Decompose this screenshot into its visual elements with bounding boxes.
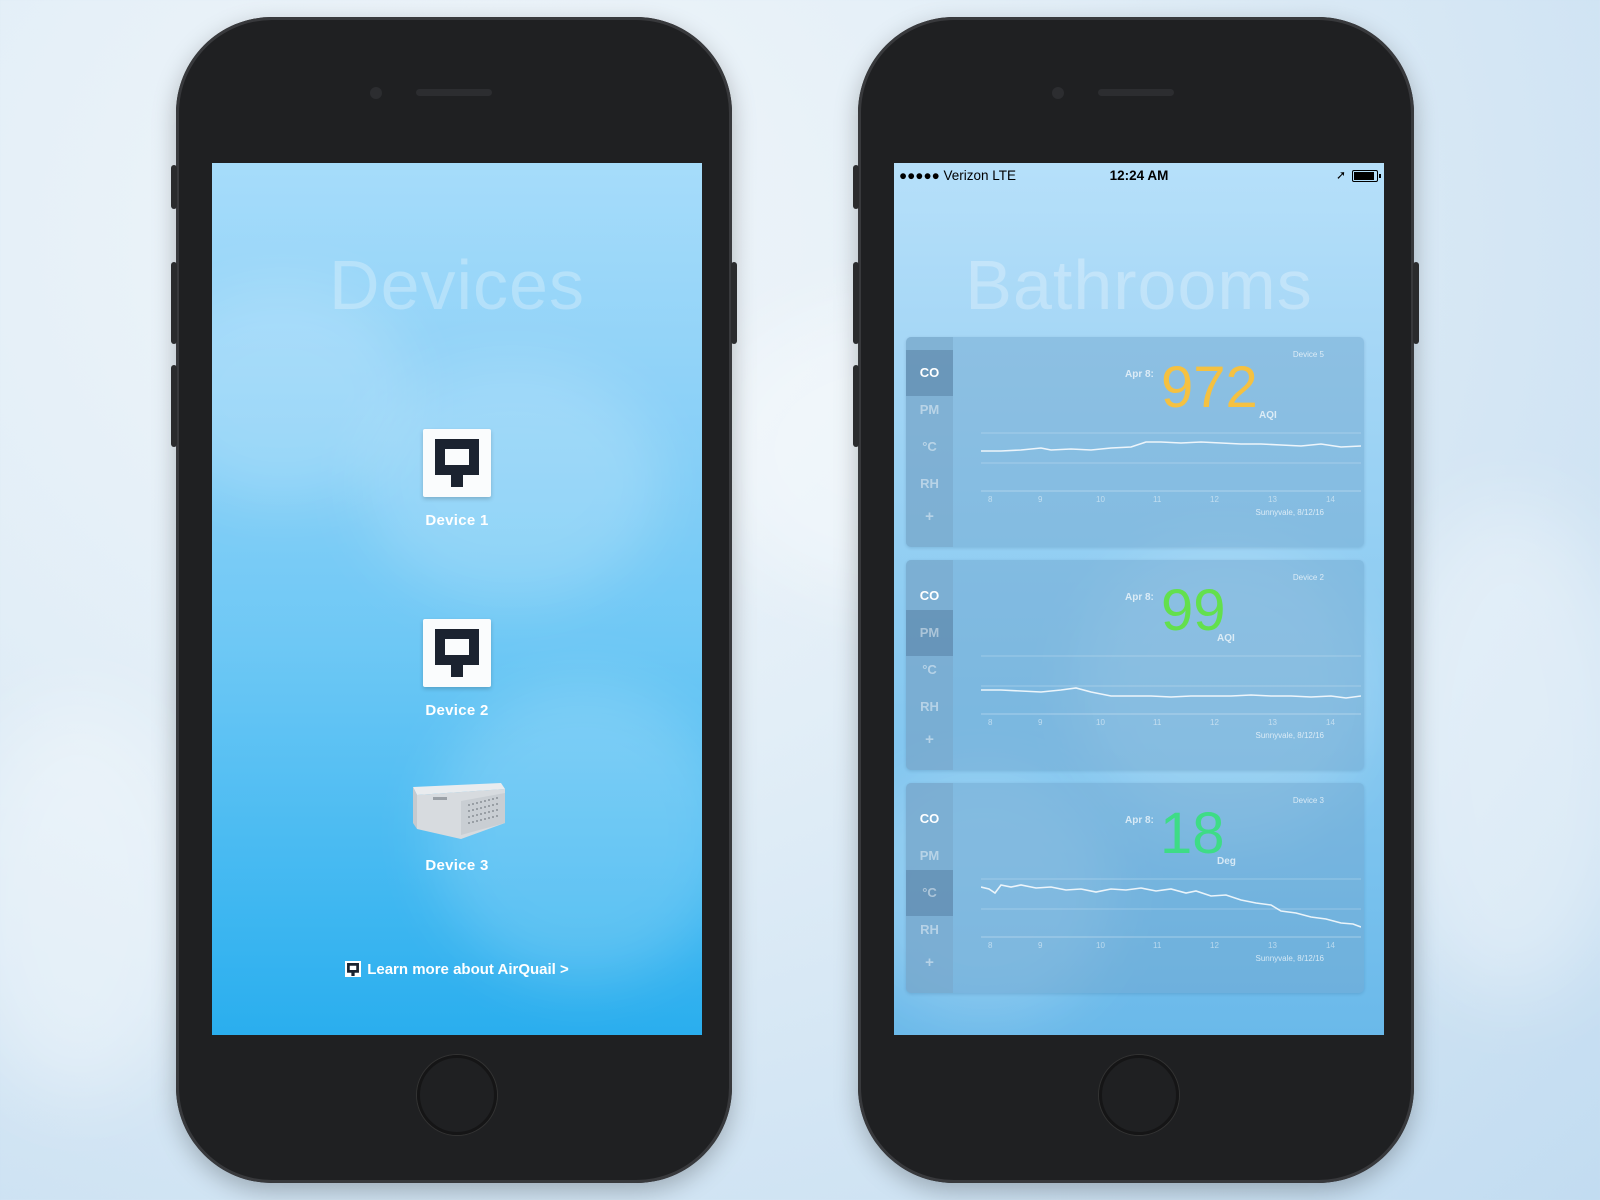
device-label: Device 3: [425, 857, 489, 874]
card-date: Apr 8:: [1125, 592, 1154, 603]
add-tab-button[interactable]: +: [906, 940, 953, 986]
x-tick: 8: [988, 941, 993, 950]
card-device-name: Device 3: [1292, 796, 1324, 805]
earpiece-speaker: [1098, 89, 1174, 96]
x-tick: 8: [988, 495, 993, 504]
volume-down-button: [171, 365, 177, 447]
x-tick: 14: [1326, 718, 1335, 727]
device-label: Device 1: [425, 512, 489, 529]
status-bar: ●●●●● Verizon LTE 12:24 AM ➚: [894, 163, 1384, 187]
power-button: [1413, 262, 1419, 344]
battery-icon: [1352, 170, 1381, 182]
mute-switch: [853, 165, 859, 209]
location-arrow-icon: ➚: [1335, 168, 1346, 182]
x-tick: 10: [1096, 718, 1105, 727]
airquail-logo-icon: [423, 429, 491, 497]
card-location: Sunnyvale, 8/12/16: [1255, 954, 1325, 963]
card-device-name: Device 5: [1292, 350, 1324, 359]
status-time: 12:24 AM: [1109, 168, 1169, 183]
card-device-name: Device 2: [1292, 573, 1324, 582]
front-camera: [370, 87, 382, 99]
card-unit: AQI: [1259, 410, 1277, 421]
card-location: Sunnyvale, 8/12/16: [1255, 508, 1325, 517]
x-tick: 11: [1153, 941, 1162, 950]
bathrooms-screen: ●●●●● Verizon LTE 12:24 AM ➚ Bathrooms C…: [894, 163, 1384, 1035]
left-phone-frame: Devices Device 1 Device 2 Device 3 Learn…: [171, 17, 737, 1183]
x-tick: 11: [1153, 718, 1162, 727]
sensor-line-chart: [981, 432, 1361, 492]
x-tick: 11: [1153, 495, 1162, 504]
x-tick: 12: [1210, 718, 1219, 727]
x-tick: 14: [1326, 495, 1335, 504]
x-tick: 9: [1038, 718, 1043, 727]
metric-tabs: CO PM °C RH +: [906, 337, 953, 547]
x-tick: 12: [1210, 941, 1219, 950]
sensor-line-chart: [981, 878, 1361, 938]
devices-screen: Devices Device 1 Device 2 Device 3 Learn…: [212, 163, 702, 1035]
home-button[interactable]: [1099, 1055, 1179, 1135]
metric-tabs: CO PM °C RH +: [906, 560, 953, 770]
x-tick: 9: [1038, 941, 1043, 950]
add-tab-button[interactable]: +: [906, 494, 953, 540]
card-date: Apr 8:: [1125, 369, 1154, 380]
page-title: Bathrooms: [965, 246, 1313, 324]
learn-more-link[interactable]: Learn more about AirQuail >: [212, 961, 702, 978]
add-tab-button[interactable]: +: [906, 717, 953, 763]
x-tick: 13: [1268, 941, 1277, 950]
x-tick: 8: [988, 718, 993, 727]
card-date: Apr 8:: [1125, 815, 1154, 826]
sensor-line-chart: [981, 655, 1361, 715]
page-title: Devices: [329, 246, 585, 324]
device-item-3[interactable]: Device 3: [212, 779, 702, 874]
x-tick: 14: [1326, 941, 1335, 950]
x-tick: 13: [1268, 495, 1277, 504]
x-tick: 13: [1268, 718, 1277, 727]
right-phone-frame: ●●●●● Verizon LTE 12:24 AM ➚ Bathrooms C…: [853, 17, 1419, 1183]
airquail-logo-icon: [423, 619, 491, 687]
home-button[interactable]: [417, 1055, 497, 1135]
device-item-1[interactable]: Device 1: [212, 429, 702, 529]
airquail-logo-icon: [345, 961, 362, 977]
sensor-card[interactable]: CO PM °C RH + Device 2 Apr 8: 99 AQI 8 9…: [906, 560, 1364, 770]
volume-up-button: [853, 262, 859, 344]
airquail-hardware-box-icon: [407, 779, 507, 843]
earpiece-speaker: [416, 89, 492, 96]
x-tick: 9: [1038, 495, 1043, 504]
power-button: [731, 262, 737, 344]
card-value: 99: [1161, 578, 1226, 643]
volume-up-button: [171, 262, 177, 344]
card-value: 972: [1161, 355, 1258, 420]
x-tick: 10: [1096, 941, 1105, 950]
x-tick: 12: [1210, 495, 1219, 504]
x-tick: 10: [1096, 495, 1105, 504]
card-unit: AQI: [1217, 633, 1235, 644]
metric-tabs: CO PM °C RH +: [906, 783, 953, 993]
card-unit: Deg: [1217, 856, 1236, 867]
device-item-2[interactable]: Device 2: [212, 619, 702, 719]
mute-switch: [171, 165, 177, 209]
front-camera: [1052, 87, 1064, 99]
volume-down-button: [853, 365, 859, 447]
device-label: Device 2: [425, 702, 489, 719]
sensor-card[interactable]: CO PM °C RH + Device 3 Apr 8: 18 Deg 8 9…: [906, 783, 1364, 993]
card-location: Sunnyvale, 8/12/16: [1255, 731, 1325, 740]
sensor-card[interactable]: CO PM °C RH + Device 5 Apr 8: 972 AQI 8 …: [906, 337, 1364, 547]
learn-more-text: Learn more about AirQuail >: [367, 961, 569, 978]
card-value: 18: [1160, 801, 1225, 866]
